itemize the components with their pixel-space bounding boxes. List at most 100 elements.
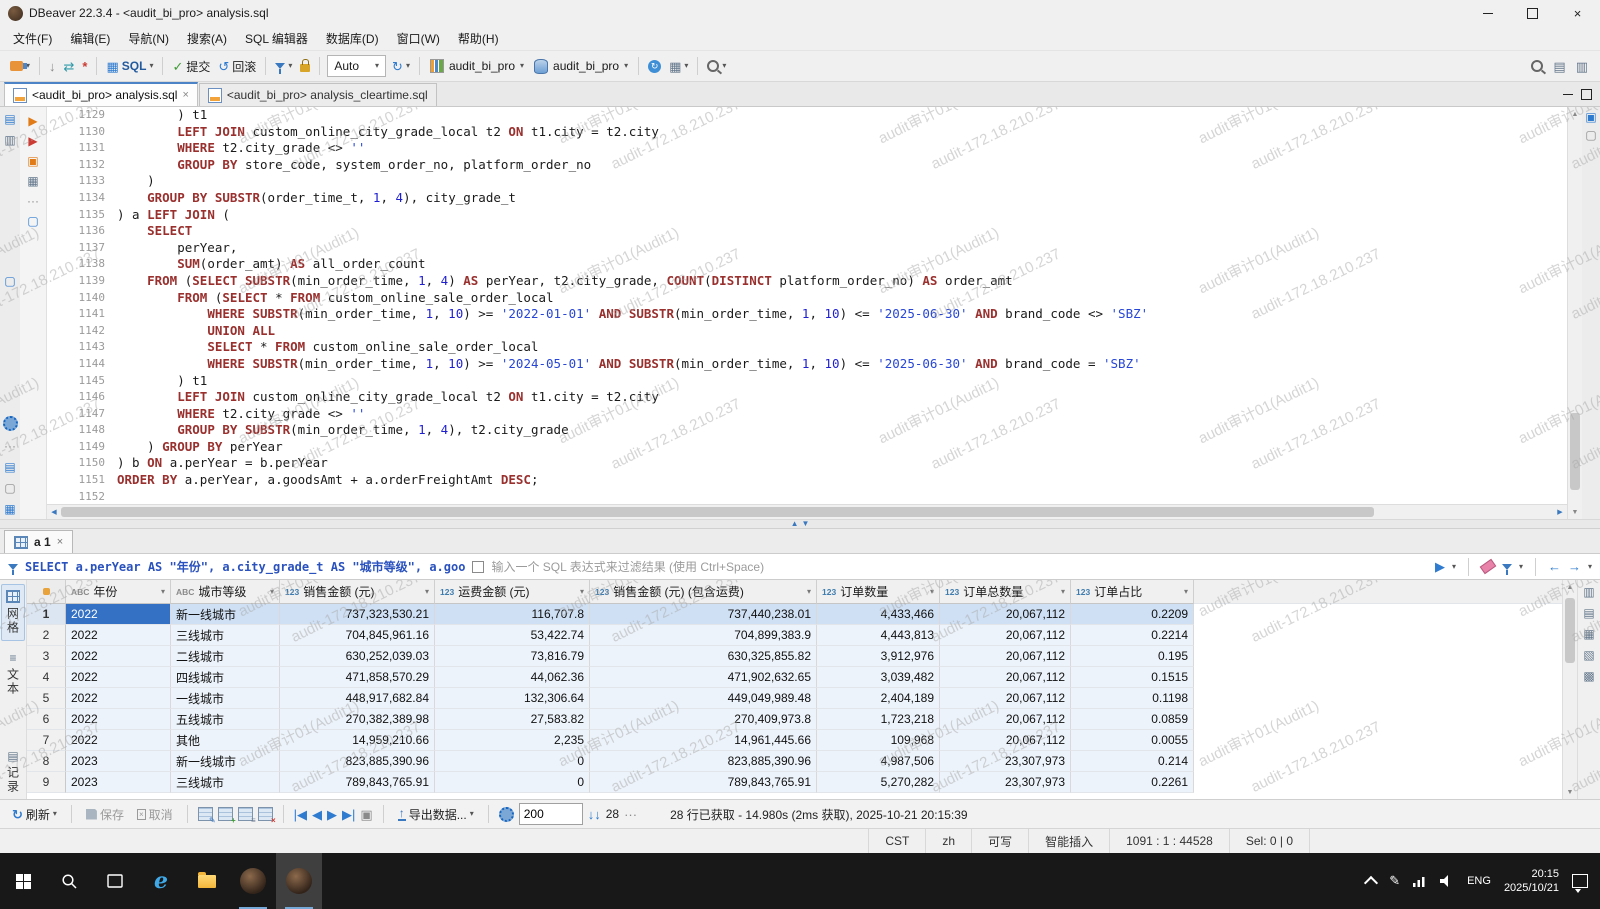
- column-header-4[interactable]: 123运费金额 (元)▾: [435, 580, 590, 604]
- transaction-mode-select[interactable]: Auto▾: [327, 55, 386, 77]
- grid-cell[interactable]: 471,858,570.29: [280, 667, 435, 688]
- scroll-down-icon[interactable]: ▼: [1568, 505, 1582, 519]
- grid-cell[interactable]: 109,968: [817, 730, 940, 751]
- scroll-left-icon[interactable]: ◀: [47, 505, 61, 519]
- maximize-view-icon[interactable]: [1581, 89, 1592, 100]
- status-timezone[interactable]: CST: [868, 829, 925, 853]
- edit-cell-icon[interactable]: ✎: [198, 807, 213, 821]
- close-button[interactable]: ×: [1555, 0, 1600, 26]
- result-settings-icon[interactable]: [499, 807, 514, 822]
- code-line[interactable]: 1135) a LEFT JOIN (: [47, 207, 1567, 224]
- metadata-panel-icon[interactable]: ▤: [1583, 607, 1594, 619]
- grid-cell[interactable]: 737,440,238.01: [590, 604, 817, 625]
- commit-button[interactable]: ✓提交: [168, 56, 214, 77]
- log-file-icon[interactable]: ▢: [4, 482, 15, 494]
- code-line[interactable]: 1151ORDER BY a.perYear, a.goodsAmt + a.o…: [47, 472, 1567, 489]
- grid-cell[interactable]: 270,382,389.98: [280, 709, 435, 730]
- outline-panel-icon[interactable]: ▣: [1585, 111, 1596, 123]
- last-row-icon[interactable]: ▶|: [342, 808, 355, 821]
- grid-cell[interactable]: 2022: [66, 730, 171, 751]
- collapse-down-icon[interactable]: ▼: [802, 520, 810, 528]
- taskbar-search-button[interactable]: [46, 853, 92, 909]
- grid-cell[interactable]: 1,723,218: [817, 709, 940, 730]
- grid-cell[interactable]: 四线城市: [171, 667, 280, 688]
- row-number[interactable]: 6: [27, 709, 66, 730]
- first-row-icon[interactable]: |◀: [294, 808, 307, 821]
- row-number[interactable]: 5: [27, 688, 66, 709]
- menu-item[interactable]: 导航(N): [119, 27, 178, 50]
- grid-cell[interactable]: 2022: [66, 667, 171, 688]
- grid-cell[interactable]: 0.0055: [1071, 730, 1194, 751]
- code-line[interactable]: 1138 SUM(order_amt) AS all_order_count: [47, 256, 1567, 273]
- code-line[interactable]: 1147 WHERE t2.city_grade <> '': [47, 406, 1567, 423]
- row-number[interactable]: 4: [27, 667, 66, 688]
- grid-cell[interactable]: 823,885,390.96: [280, 751, 435, 772]
- grid-cell[interactable]: 116,707.8: [435, 604, 590, 625]
- grid-cell[interactable]: 449,049,989.48: [590, 688, 817, 709]
- grid-cell[interactable]: 2022: [66, 604, 171, 625]
- grid-cell[interactable]: 0.1515: [1071, 667, 1194, 688]
- grid-cell[interactable]: 704,845,961.16: [280, 625, 435, 646]
- grid-cell[interactable]: 20,067,112: [940, 646, 1071, 667]
- expand-filter-icon[interactable]: [472, 561, 484, 573]
- filter-placeholder[interactable]: 输入一个 SQL 表达式来过滤结果 (使用 Ctrl+Space): [491, 558, 764, 575]
- grid-cell[interactable]: 0.1198: [1071, 688, 1194, 709]
- row-number[interactable]: 8: [27, 751, 66, 772]
- schema-select[interactable]: audit_bi_pro▾: [529, 57, 633, 76]
- column-menu-icon[interactable]: ▾: [270, 587, 274, 596]
- explain-plan-icon[interactable]: ▣: [27, 155, 38, 167]
- overflow-dots-icon[interactable]: ···: [4, 440, 16, 452]
- open-window-icon[interactable]: ▢: [27, 215, 38, 227]
- grid-cell[interactable]: 0.2261: [1071, 772, 1194, 793]
- grid-cell[interactable]: 630,252,039.03: [280, 646, 435, 667]
- duplicate-row-icon[interactable]: ≡: [238, 807, 253, 821]
- code-line[interactable]: 1150) b ON a.perYear = b.perYear: [47, 455, 1567, 472]
- grid-cell[interactable]: 471,902,632.65: [590, 667, 817, 688]
- refs-panel-icon[interactable]: ▧: [1583, 649, 1594, 661]
- code-line[interactable]: 1149 ) GROUP BY perYear: [47, 439, 1567, 456]
- edit-grid-button[interactable]: ▦▾: [665, 58, 692, 75]
- grid-cell[interactable]: 新一线城市: [171, 751, 280, 772]
- save-filter-icon[interactable]: [1502, 564, 1512, 570]
- refresh-button[interactable]: ↻刷新▾: [8, 804, 61, 825]
- gear-icon[interactable]: [3, 416, 18, 431]
- menu-item[interactable]: 窗口(W): [388, 27, 449, 50]
- column-menu-icon[interactable]: ▾: [161, 587, 165, 596]
- grid-cell[interactable]: 132,306.64: [435, 688, 590, 709]
- grid-cell[interactable]: 23,307,973: [940, 772, 1071, 793]
- grid-cell[interactable]: 14,961,445.66: [590, 730, 817, 751]
- view-tab-record[interactable]: ▤ 记录: [2, 745, 24, 799]
- pull-changes-button[interactable]: ↓: [45, 58, 60, 75]
- fetch-more-icon[interactable]: ↓↓: [588, 808, 601, 821]
- grid-cell[interactable]: 2022: [66, 709, 171, 730]
- grid-corner-cell[interactable]: [27, 580, 66, 604]
- delete-row-icon[interactable]: ×: [258, 807, 273, 821]
- column-header-5[interactable]: 123销售金额 (元) (包含运费)▾: [590, 580, 817, 604]
- grid-cell[interactable]: 20,067,112: [940, 604, 1071, 625]
- menu-item[interactable]: 数据库(D): [317, 27, 388, 50]
- scroll-right-icon[interactable]: ▶: [1553, 505, 1567, 519]
- next-row-icon[interactable]: ▶: [327, 808, 337, 821]
- results-tab[interactable]: a 1 ×: [4, 530, 73, 553]
- column-header-6[interactable]: 123订单数量▾: [817, 580, 940, 604]
- more-options-icon[interactable]: ···: [624, 808, 637, 821]
- new-connection-button[interactable]: ▾: [6, 59, 34, 73]
- grid-cell[interactable]: 2022: [66, 646, 171, 667]
- menu-item[interactable]: 文件(F): [4, 27, 61, 50]
- code-line[interactable]: 1148 GROUP BY SUBSTR(min_order_time, 1, …: [47, 422, 1567, 439]
- minimized-view-icon[interactable]: ▢: [1585, 129, 1596, 141]
- projects-panel-icon[interactable]: ▢: [4, 275, 15, 287]
- status-language[interactable]: zh: [925, 829, 971, 853]
- code-line[interactable]: 1139 FROM (SELECT SUBSTR(min_order_time,…: [47, 273, 1567, 290]
- code-line[interactable]: 1152: [47, 489, 1567, 504]
- menu-item[interactable]: 帮助(H): [449, 27, 508, 50]
- row-number[interactable]: 3: [27, 646, 66, 667]
- speaker-icon[interactable]: [1440, 875, 1454, 887]
- save-button[interactable]: 保存: [82, 804, 128, 825]
- row-number[interactable]: 2: [27, 625, 66, 646]
- file-explorer-button[interactable]: [184, 853, 230, 909]
- result-grid-icon[interactable]: ▦: [27, 175, 38, 187]
- code-line[interactable]: 1131 WHERE t2.city_grade <> '': [47, 140, 1567, 157]
- tray-expand-icon[interactable]: [1364, 876, 1378, 890]
- toggle-layout-icon[interactable]: ▥: [1576, 60, 1588, 73]
